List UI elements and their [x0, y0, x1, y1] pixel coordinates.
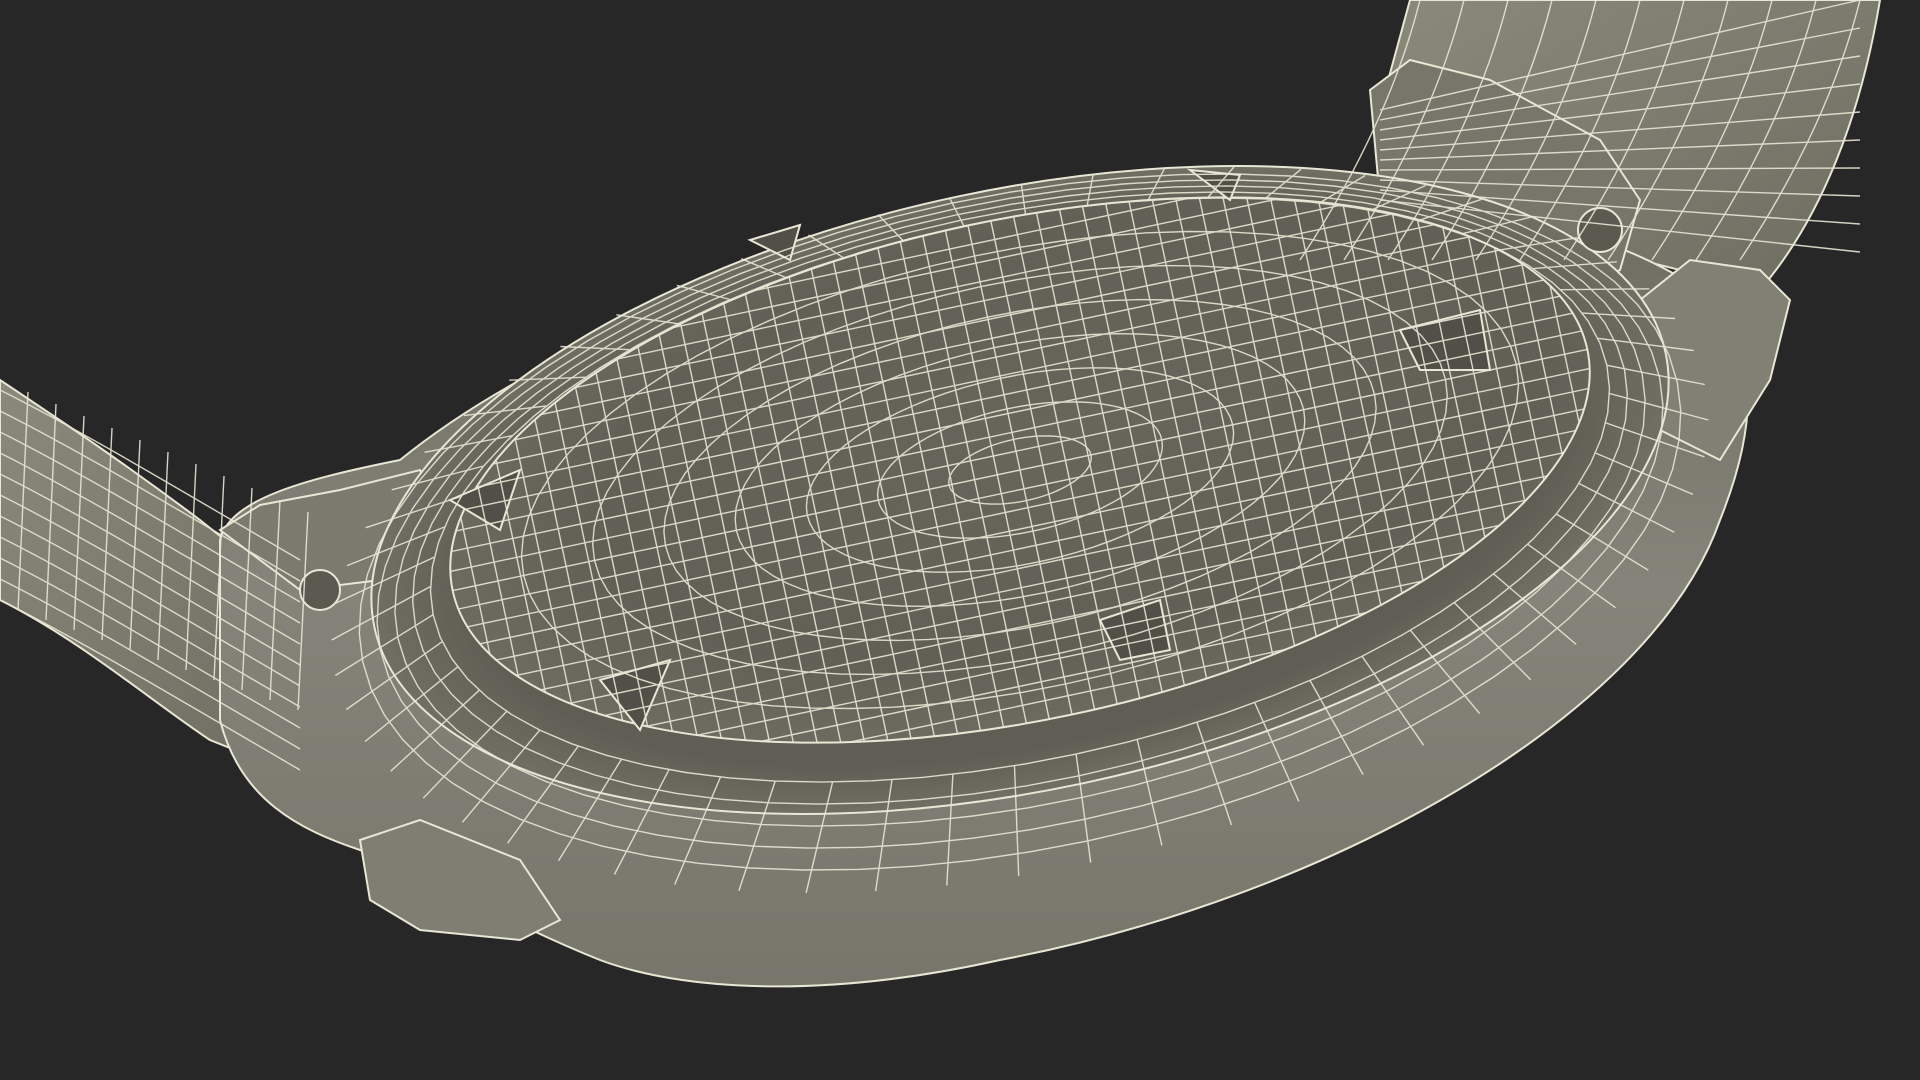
- strap-pin: [1577, 207, 1623, 253]
- viewport: [0, 0, 1920, 1080]
- strap-pin: [299, 569, 341, 611]
- wire-line: [1560, 288, 1650, 291]
- wireframe-render: [0, 0, 1882, 988]
